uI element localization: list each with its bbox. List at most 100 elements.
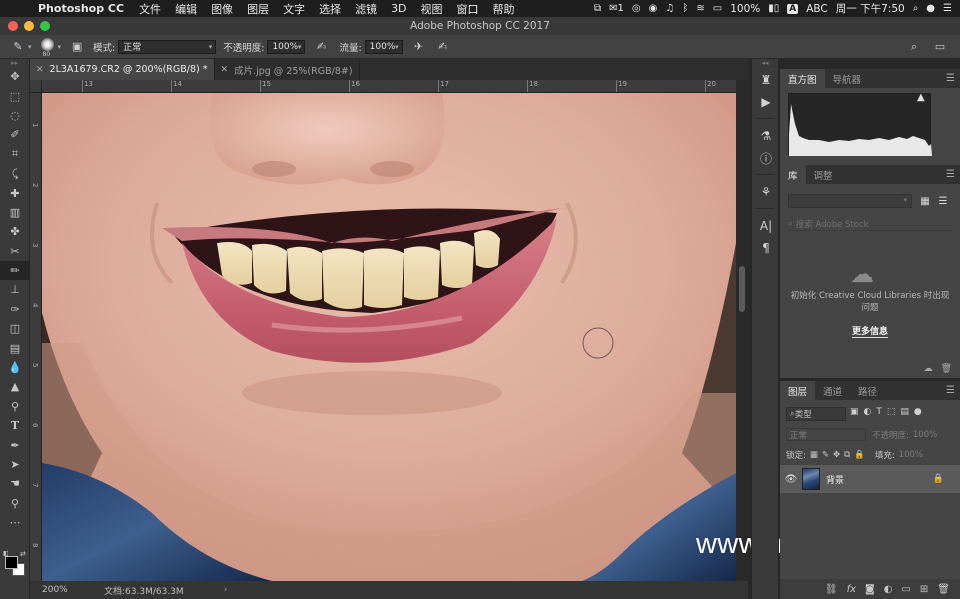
- more-info-link[interactable]: 更多信息: [790, 324, 950, 338]
- fill-value[interactable]: 100%: [899, 450, 923, 460]
- chevron-down-icon[interactable]: ▾: [58, 43, 62, 51]
- type-tool-icon[interactable]: T: [0, 416, 30, 435]
- gradient-tool-icon[interactable]: ▤: [0, 338, 30, 357]
- healing-brush-tool-icon[interactable]: ✚: [0, 183, 30, 202]
- move-tool-icon[interactable]: ✥: [0, 67, 30, 86]
- add-mask-icon[interactable]: ◙: [865, 584, 875, 595]
- opacity-field[interactable]: 100% ▾: [267, 39, 306, 54]
- paragraph-panel-icon[interactable]: ¶: [752, 237, 780, 259]
- grid-view-icon[interactable]: ▦: [918, 194, 932, 208]
- search-icon[interactable]: ⌕: [904, 40, 924, 54]
- panel-grip-icon[interactable]: ◂◂: [752, 59, 778, 69]
- layer-row-background[interactable]: 👁 背景 🔒: [780, 465, 960, 493]
- blur-tool-icon[interactable]: 💧: [0, 358, 30, 377]
- filter-toggle-icon[interactable]: ●: [914, 407, 922, 417]
- trash-icon[interactable]: 🗑: [937, 584, 950, 595]
- lock-all-icon[interactable]: 🔒: [854, 450, 865, 460]
- chevron-down-icon[interactable]: ▾: [28, 43, 32, 51]
- filter-pixel-icon[interactable]: ▣: [850, 407, 859, 417]
- input-source-label[interactable]: ABC: [806, 3, 828, 15]
- layer-style-icon[interactable]: fx: [847, 584, 856, 595]
- workspace-icon[interactable]: ▭: [930, 40, 950, 53]
- menu-filter[interactable]: 滤镜: [348, 1, 384, 17]
- brush-settings-icon[interactable]: ▣: [67, 40, 87, 53]
- mode-select[interactable]: 正常 ▾: [118, 39, 217, 54]
- panel-menu-icon[interactable]: ☰: [946, 385, 955, 396]
- layer-filter-select[interactable]: ⌕ 类型: [786, 407, 846, 421]
- lock-position-icon[interactable]: ✥: [833, 450, 840, 460]
- tab-document-jpg[interactable]: ✕ 成片.jpg @ 25%(RGB/8#): [215, 59, 360, 80]
- tab-document-cr2[interactable]: ✕ 2L3A1679.CR2 @ 200%(RGB/8) *: [30, 59, 215, 80]
- trash-icon[interactable]: 🗑: [941, 364, 952, 374]
- brush-tool-icon[interactable]: ✏: [0, 260, 30, 281]
- vertical-scrollbar[interactable]: [736, 80, 748, 581]
- eraser-tool-icon[interactable]: ◫: [0, 319, 30, 338]
- lock-artboard-icon[interactable]: ⧉: [844, 450, 850, 460]
- history-panel-icon[interactable]: ♜: [752, 69, 780, 91]
- dodge-tool-icon[interactable]: ⚲: [0, 397, 30, 416]
- stock-search-input[interactable]: ⌕ 搜索 Adobe Stock: [788, 217, 952, 231]
- cache-warning-icon[interactable]: ▲: [917, 92, 925, 103]
- bluetooth-icon[interactable]: ᛒ: [682, 3, 688, 14]
- wifi-icon[interactable]: ≋: [696, 3, 704, 14]
- panel-grip-icon[interactable]: ▸▸: [0, 59, 29, 67]
- adjustment-layer-icon[interactable]: ◐: [884, 584, 893, 595]
- siri-icon[interactable]: ●: [926, 3, 935, 14]
- tab-histogram[interactable]: 直方图: [780, 69, 825, 88]
- zoom-tool-icon[interactable]: ⚲: [0, 494, 30, 513]
- airbrush-icon[interactable]: ✈: [409, 40, 429, 53]
- cloud-sync-icon[interactable]: ☁: [924, 364, 933, 374]
- horizontal-ruler[interactable]: 13 14 15 16 17 18 19 20: [42, 80, 736, 93]
- brush-presets-icon[interactable]: ⚗: [752, 125, 780, 147]
- marquee-tool-icon[interactable]: ⬚: [0, 86, 30, 105]
- red-eye-tool-icon[interactable]: ✂: [0, 242, 30, 261]
- lock-transparent-icon[interactable]: ▦: [810, 450, 818, 460]
- layer-opacity-value[interactable]: 100%: [913, 430, 937, 440]
- filter-type-icon[interactable]: T: [876, 407, 882, 417]
- character-panel-icon[interactable]: A|: [752, 215, 780, 237]
- tab-layers[interactable]: 图层: [780, 381, 816, 400]
- spotlight-icon[interactable]: ⌕: [913, 3, 919, 14]
- menu-layer[interactable]: 图层: [240, 1, 276, 17]
- menu-window[interactable]: 窗口: [450, 1, 486, 17]
- input-source-icon[interactable]: A: [787, 3, 799, 14]
- clone-source-icon[interactable]: ⚘: [752, 181, 780, 203]
- vertical-ruler[interactable]: 1 2 3 4 5 6 7 8: [30, 93, 42, 581]
- library-select[interactable]: ▾: [788, 194, 912, 208]
- visibility-eye-icon[interactable]: 👁: [780, 474, 802, 485]
- scroll-thumb[interactable]: [739, 266, 745, 312]
- document-canvas[interactable]: [42, 93, 736, 581]
- panel-menu-icon[interactable]: ☰: [946, 169, 955, 180]
- brush-size-preview[interactable]: 80: [38, 37, 58, 58]
- lock-pixels-icon[interactable]: ✎: [822, 450, 829, 460]
- filter-shape-icon[interactable]: ⬚: [887, 407, 896, 417]
- menu-file[interactable]: 文件: [132, 1, 168, 17]
- layer-name[interactable]: 背景: [826, 473, 844, 486]
- menu-select[interactable]: 选择: [312, 1, 348, 17]
- menu-edit[interactable]: 编辑: [168, 1, 204, 17]
- menu-type[interactable]: 文字: [276, 1, 312, 17]
- battery-icon[interactable]: ▮▯: [768, 3, 779, 14]
- pressure-opacity-icon[interactable]: ✍: [311, 40, 331, 53]
- new-group-icon[interactable]: ▭: [901, 584, 910, 595]
- brush-tool-preset-icon[interactable]: ✎: [8, 40, 28, 53]
- notification-center-icon[interactable]: ☰: [943, 3, 952, 14]
- content-aware-tool-icon[interactable]: ✤: [0, 222, 30, 241]
- crop-tool-icon[interactable]: ⌗: [0, 145, 30, 164]
- app-menu[interactable]: Photoshop CC: [38, 2, 124, 15]
- headphones-icon[interactable]: ♫: [665, 3, 674, 14]
- list-view-icon[interactable]: ☰: [936, 194, 950, 208]
- clone-stamp-tool-icon[interactable]: ⊥: [0, 280, 30, 299]
- tab-paths[interactable]: 路径: [850, 381, 885, 400]
- eye-menu-icon[interactable]: ◉: [649, 3, 658, 14]
- actions-panel-icon[interactable]: ▶: [752, 91, 780, 113]
- sharpen-tool-icon[interactable]: ▲: [0, 377, 30, 396]
- tab-adjustments[interactable]: 调整: [806, 165, 841, 184]
- lasso-tool-icon[interactable]: ◌: [0, 106, 30, 125]
- menu-help[interactable]: 帮助: [486, 1, 522, 17]
- filter-adjustment-icon[interactable]: ◐: [864, 407, 872, 417]
- clock[interactable]: 周一 下午7:50: [836, 1, 905, 16]
- tab-libraries[interactable]: 库: [780, 165, 806, 184]
- menu-3d[interactable]: 3D: [384, 2, 413, 15]
- wechat-icon[interactable]: ✉1: [609, 3, 624, 14]
